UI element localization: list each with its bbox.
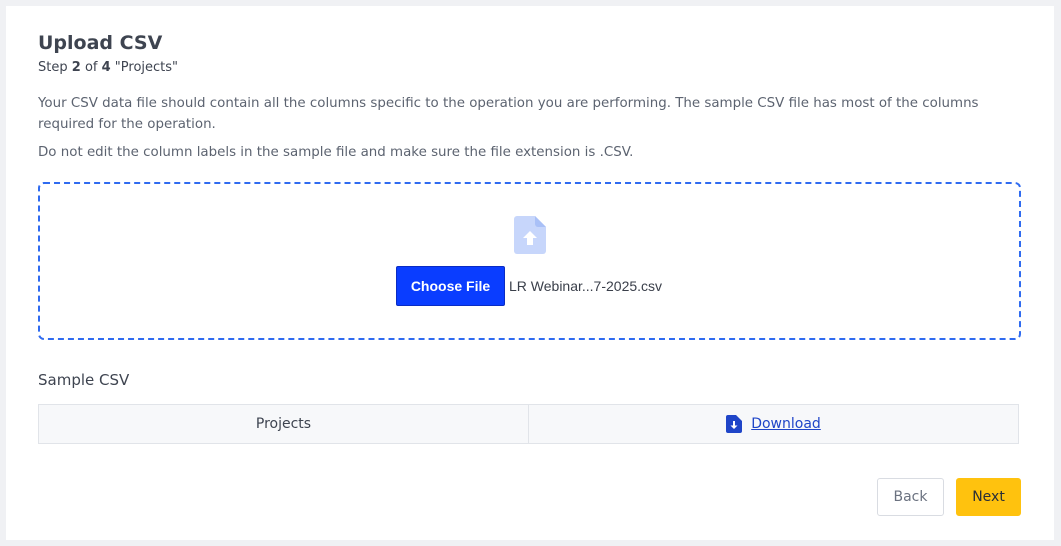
step-current: 2 [71,60,81,75]
sample-name: Projects [255,416,312,432]
sample-csv-table: Projects Download [38,404,1019,444]
next-button[interactable]: Next [956,478,1021,516]
choose-file-button[interactable]: Choose File [396,266,505,306]
sample-download-cell: Download [528,405,1018,443]
page-title: Upload CSV [38,32,163,54]
sample-csv-heading: Sample CSV [38,371,130,389]
instructions-note: Do not edit the column labels in the sam… [38,145,634,160]
instructions-text: Your CSV data file should contain all th… [38,96,979,132]
step-name: "Projects" [114,60,179,75]
upload-csv-card: Upload CSV Step 2 of 4 "Projects" Your C… [6,6,1054,540]
step-prefix: Step [38,60,68,75]
step-of: of [84,60,98,75]
file-download-icon [726,415,743,433]
file-dropzone[interactable]: Choose File LR Webinar...7-2025.csv [38,182,1021,340]
download-label: Download [751,416,821,432]
back-button[interactable]: Back [877,478,944,516]
sample-name-cell: Projects [39,405,528,443]
selected-file-name: LR Webinar...7-2025.csv [509,278,663,294]
download-link[interactable]: Download [726,415,821,433]
file-upload-icon [514,216,546,254]
step-total: 4 [101,60,111,75]
file-input-row: Choose File LR Webinar...7-2025.csv [396,266,662,306]
step-indicator: Step 2 of 4 "Projects" [38,60,178,75]
